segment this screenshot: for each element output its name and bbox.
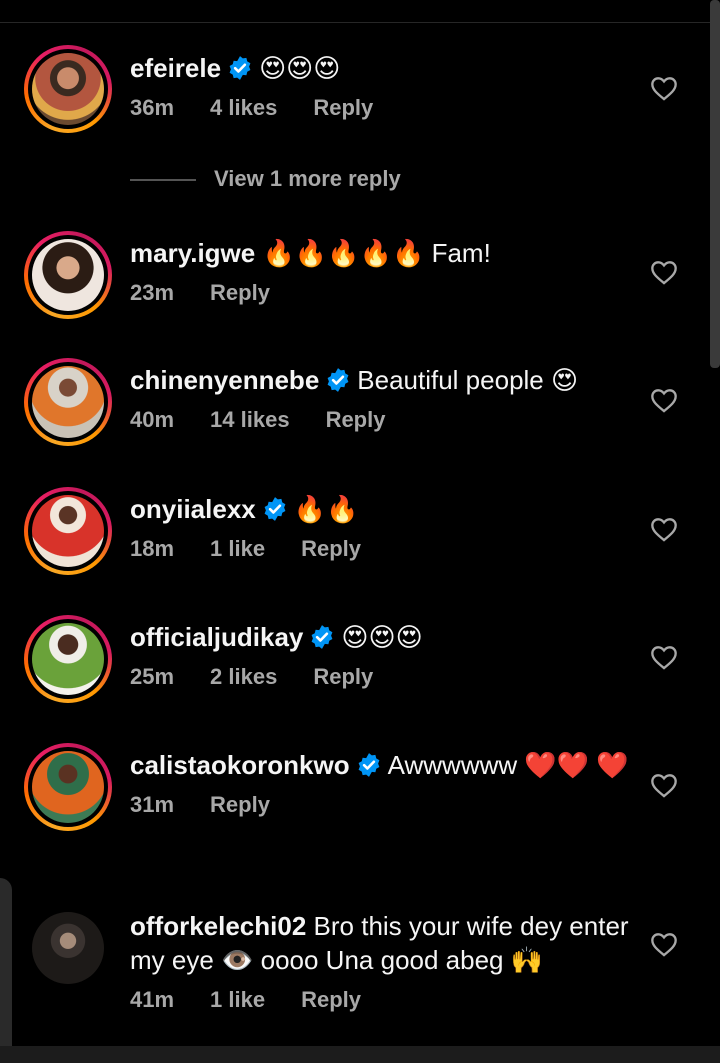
like-heart-icon[interactable]: [650, 772, 678, 798]
divider-dash: [130, 179, 196, 182]
like-heart-icon[interactable]: [650, 516, 678, 542]
comment-time: 36m: [130, 95, 175, 120]
comment-likes[interactable]: 1 like: [210, 987, 265, 1012]
comment-time: 41m: [130, 987, 175, 1012]
avatar-story-ring[interactable]: [24, 615, 112, 703]
verified-badge-icon: [358, 753, 380, 777]
scrollbar[interactable]: [710, 0, 720, 368]
comment-text: 😍😍😍: [341, 622, 423, 652]
comment-time: 25m: [130, 664, 175, 689]
comment-likes[interactable]: 2 likes: [210, 664, 277, 689]
avatar-story-ring[interactable]: [24, 358, 112, 446]
avatar: [32, 751, 104, 823]
view-more-replies[interactable]: View 1 more reply: [130, 166, 401, 192]
comment-time: 23m: [130, 280, 175, 305]
top-divider: [0, 22, 720, 23]
comment-text: Awwwwww ❤️❤️ ❤️: [387, 750, 629, 780]
avatar: [32, 239, 104, 311]
comment-username[interactable]: chinenyennebe: [130, 365, 319, 395]
comment-username[interactable]: efeirele: [130, 53, 221, 83]
avatar: [32, 495, 104, 567]
reply-button[interactable]: Reply: [301, 536, 361, 561]
avatar: [32, 623, 104, 695]
view-more-label: View 1 more reply: [214, 166, 401, 191]
avatar: [32, 366, 104, 438]
comment-likes[interactable]: 4 likes: [210, 95, 277, 120]
avatar-story-ring[interactable]: [24, 487, 112, 575]
reply-button[interactable]: Reply: [313, 664, 373, 689]
verified-badge-icon: [327, 368, 349, 392]
verified-badge-icon: [264, 497, 286, 521]
reply-button[interactable]: Reply: [210, 792, 270, 817]
avatar: [32, 53, 104, 125]
comment-likes[interactable]: 1 like: [210, 536, 265, 561]
comment-likes[interactable]: 14 likes: [210, 407, 290, 432]
comment-time: 18m: [130, 536, 175, 561]
like-heart-icon[interactable]: [650, 387, 678, 413]
comment-username[interactable]: officialjudikay: [130, 622, 303, 652]
comment-text: 😍😍😍: [259, 53, 341, 83]
comment-username[interactable]: offorkelechi02: [130, 911, 306, 941]
comment-username[interactable]: calistaokoronkwo: [130, 750, 350, 780]
reply-button[interactable]: Reply: [313, 95, 373, 120]
comment-username[interactable]: onyiialexx: [130, 494, 256, 524]
reply-button[interactable]: Reply: [301, 987, 361, 1012]
comment-text: 🔥🔥🔥🔥🔥 Fam!: [262, 238, 491, 268]
verified-badge-icon: [229, 56, 251, 80]
comment-username[interactable]: mary.igwe: [130, 238, 255, 268]
avatar-story-ring[interactable]: [24, 45, 112, 133]
comment-time: 40m: [130, 407, 175, 432]
like-heart-icon[interactable]: [650, 931, 678, 957]
comment-text: Beautiful people 😍: [357, 365, 579, 395]
like-heart-icon[interactable]: [650, 644, 678, 670]
avatar-story-ring[interactable]: [24, 743, 112, 831]
avatar[interactable]: [32, 912, 104, 984]
avatar-story-ring[interactable]: [24, 231, 112, 319]
reply-button[interactable]: Reply: [326, 407, 386, 432]
comment-time: 31m: [130, 792, 175, 817]
edge-panel-handle[interactable]: [0, 878, 12, 1063]
reply-button[interactable]: Reply: [210, 280, 270, 305]
bottom-bar: [0, 1046, 720, 1063]
comment-text: 🔥🔥: [293, 494, 359, 524]
like-heart-icon[interactable]: [650, 75, 678, 101]
like-heart-icon[interactable]: [650, 259, 678, 285]
verified-badge-icon: [311, 625, 333, 649]
